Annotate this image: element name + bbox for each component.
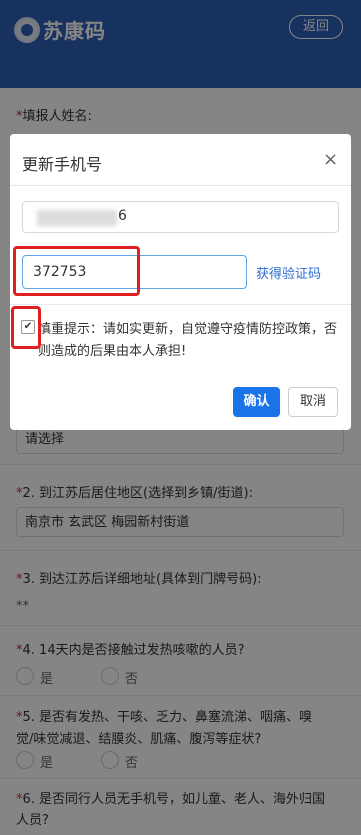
close-icon[interactable]: × [323, 151, 338, 169]
code-highlight-box [13, 246, 140, 296]
checkbox-highlight-box [11, 306, 41, 349]
redacted-phone-mask [37, 210, 117, 226]
phone-number-input[interactable]: 6 [22, 201, 339, 233]
cancel-button[interactable]: 取消 [288, 387, 338, 417]
dialog-title: 更新手机号 [22, 155, 103, 174]
caution-hint: 慎重提示：请如实更新，自觉遵守疫情防控政策，否则造成的后果由本人承担! [38, 322, 338, 359]
confirm-button[interactable]: 确认 [233, 387, 280, 417]
phone-number-tail: 6 [118, 208, 127, 224]
get-code-link[interactable]: 获得验证码 [256, 263, 321, 282]
